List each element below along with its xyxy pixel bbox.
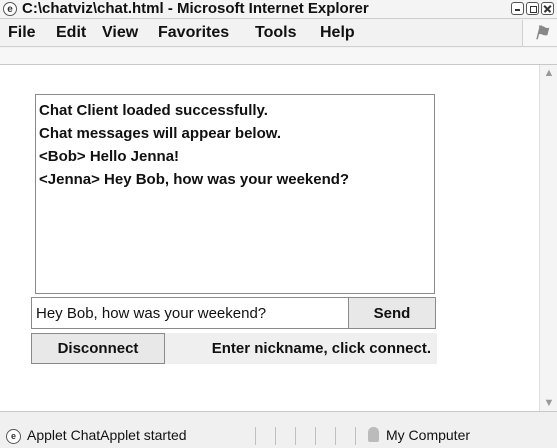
ie-icon[interactable]: e — [3, 2, 17, 16]
status-divider — [255, 427, 256, 445]
chat-message: Chat messages will appear below. — [39, 125, 282, 142]
chat-message: <Jenna> Hey Bob, how was your weekend? — [39, 171, 350, 188]
menu-favorites[interactable]: Favorites — [158, 19, 229, 46]
close-button[interactable] — [541, 2, 554, 15]
status-divider — [295, 427, 296, 445]
scroll-up-icon[interactable]: ▲ — [541, 65, 557, 81]
disconnect-button[interactable]: Disconnect — [31, 333, 165, 364]
window-title: C:\chatviz\chat.html - Microsoft Interne… — [22, 0, 369, 17]
menu-tools[interactable]: Tools — [255, 19, 296, 46]
status-bar: e Applet ChatApplet started My Computer — [0, 411, 557, 448]
status-text: Applet ChatApplet started — [27, 427, 187, 443]
menu-edit[interactable]: Edit — [56, 19, 86, 46]
status-divider — [315, 427, 316, 445]
vertical-scrollbar[interactable]: ▲ ▼ — [539, 65, 557, 411]
menu-view[interactable]: View — [102, 19, 138, 46]
title-bar: e C:\chatviz\chat.html - Microsoft Inter… — [0, 0, 557, 19]
status-divider — [355, 427, 356, 445]
chat-message: <Bob> Hello Jenna! — [39, 148, 180, 165]
status-divider — [335, 427, 336, 445]
connection-status: Enter nickname, click connect. — [165, 333, 437, 364]
scroll-down-icon[interactable]: ▼ — [541, 395, 557, 411]
toolbar-strip — [0, 48, 557, 64]
menu-file[interactable]: File — [8, 19, 36, 46]
menu-bar: File Edit View Favorites Tools Help ⚑ — [0, 19, 557, 65]
computer-zone-icon — [368, 427, 379, 442]
menu-help[interactable]: Help — [320, 19, 355, 46]
security-zone: My Computer — [386, 427, 471, 443]
windows-flag-icon: ⚑ — [533, 23, 550, 43]
page-icon: e — [6, 429, 21, 444]
chat-message: Chat Client loaded successfully. — [39, 102, 268, 119]
chat-messages-area[interactable]: Chat Client loaded successfully. Chat me… — [35, 94, 435, 294]
windows-logo: ⚑ — [522, 20, 557, 47]
menu-divider — [0, 46, 557, 47]
message-input[interactable] — [31, 297, 349, 329]
minimize-button[interactable] — [511, 2, 524, 15]
send-button[interactable]: Send — [348, 297, 436, 329]
status-divider — [275, 427, 276, 445]
maximize-button[interactable] — [526, 2, 539, 15]
